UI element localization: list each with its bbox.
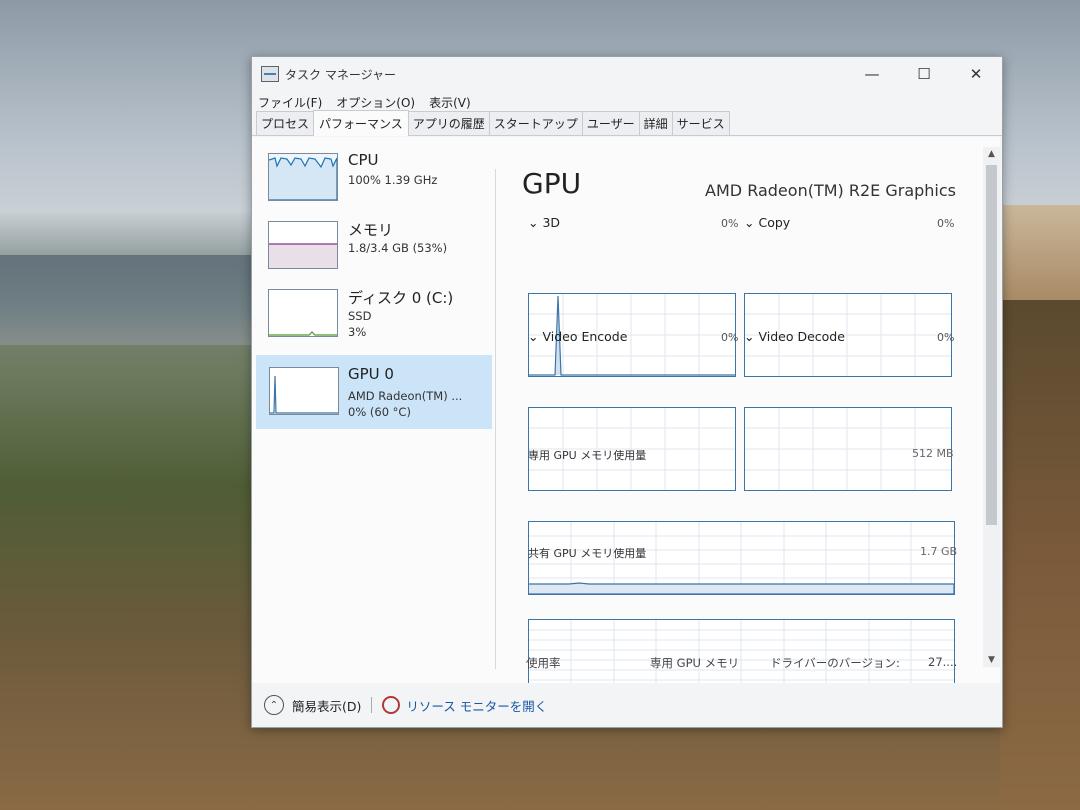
- scroll-down-icon[interactable]: ▼: [983, 653, 1000, 667]
- sidebar-disk-title: ディスク 0 (C:): [348, 289, 454, 307]
- engine-video-decode-percent: 0%: [937, 331, 955, 344]
- resource-list: CPU 100% 1.39 GHz メモリ 1.8/3.4 GB (53%) デ…: [256, 147, 492, 667]
- driver-version-value: 27....: [928, 655, 958, 669]
- chevron-down-icon: ⌄: [744, 215, 755, 230]
- shared-memory-label: 共有 GPU メモリ使用量: [528, 547, 647, 560]
- maximize-button[interactable]: ☐: [898, 57, 950, 91]
- gpu-heading: GPU: [522, 167, 582, 200]
- engine-copy-label[interactable]: ⌄ Copy: [744, 215, 790, 230]
- tab-processes[interactable]: プロセス: [256, 111, 315, 135]
- tab-services[interactable]: サービス: [671, 111, 730, 135]
- dedicated-memory-max: 512 MB: [912, 447, 954, 460]
- driver-version-label: ドライバーのバージョン:: [770, 656, 900, 670]
- title-bar: タスク マネージャー — ☐ ✕: [252, 57, 1002, 91]
- task-manager-window: タスク マネージャー — ☐ ✕ ファイル(F) オプション(O) 表示(V) …: [251, 56, 1003, 728]
- sidebar-disk-type: SSD: [348, 309, 372, 323]
- gpu-model-name: AMD Radeon(TM) R2E Graphics: [705, 181, 956, 200]
- window-title: タスク マネージャー: [285, 67, 396, 82]
- disk-thumbnail-graph: [268, 289, 338, 337]
- engine-copy-name: Copy: [758, 215, 791, 230]
- dedicated-memory-footer-label: 専用 GPU メモリ: [650, 656, 740, 670]
- scroll-up-icon[interactable]: ▲: [983, 147, 1000, 161]
- menu-options[interactable]: オプション(O): [336, 94, 415, 111]
- sidebar-cpu-title: CPU: [348, 151, 379, 169]
- tab-bar: プロセス パフォーマンス アプリの履歴 スタートアップ ユーザー 詳細 サービス: [252, 110, 1002, 136]
- chevron-up-icon[interactable]: ⌃: [264, 695, 284, 715]
- sidebar-memory-title: メモリ: [348, 221, 394, 239]
- engine-copy-percent: 0%: [937, 217, 955, 230]
- background-mountains: [0, 255, 260, 345]
- close-button[interactable]: ✕: [950, 57, 1002, 91]
- minimize-button[interactable]: —: [846, 57, 898, 91]
- gpu-thumbnail-graph: [269, 367, 339, 415]
- tab-startup[interactable]: スタートアップ: [488, 111, 583, 135]
- bottom-bar: ⌃ 簡易表示(D) リソース モニターを開く: [252, 683, 1000, 727]
- sidebar-item-cpu[interactable]: CPU 100% 1.39 GHz: [256, 147, 492, 221]
- open-resource-monitor-link[interactable]: リソース モニターを開く: [406, 696, 547, 715]
- resource-monitor-icon: [382, 696, 401, 714]
- dedicated-memory-label: 専用 GPU メモリ使用量: [528, 449, 647, 462]
- engine-3d-label[interactable]: ⌄ 3D: [528, 215, 560, 230]
- sidebar-item-disk[interactable]: ディスク 0 (C:) SSD 3%: [256, 283, 492, 357]
- background-cliff: [1000, 300, 1080, 810]
- background-buildings: [1000, 205, 1080, 300]
- engine-video-encode-label[interactable]: ⌄ Video Encode: [528, 329, 627, 344]
- cpu-thumbnail-graph: [268, 153, 338, 201]
- sidebar-cpu-usage: 100% 1.39 GHz: [348, 173, 438, 187]
- shared-memory-max: 1.7 GB: [920, 545, 958, 558]
- tab-users[interactable]: ユーザー: [581, 111, 640, 135]
- engine-video-encode-name: Video Encode: [542, 329, 628, 344]
- sidebar-item-gpu[interactable]: GPU 0 AMD Radeon(TM) ... 0% (60 °C): [256, 355, 492, 429]
- vertical-scrollbar[interactable]: ▲ ▼: [983, 147, 1000, 667]
- performance-panel: CPU 100% 1.39 GHz メモリ 1.8/3.4 GB (53%) デ…: [252, 137, 1000, 695]
- fewer-details-button[interactable]: 簡易表示(D): [292, 696, 361, 715]
- chevron-down-icon: ⌄: [528, 329, 539, 344]
- chevron-down-icon: ⌄: [744, 329, 755, 344]
- panel-divider: [495, 169, 496, 669]
- chevron-down-icon: ⌄: [528, 215, 539, 230]
- separator: [371, 697, 373, 713]
- sidebar-gpu-title: GPU 0: [348, 365, 394, 383]
- sidebar-disk-usage: 3%: [348, 325, 367, 339]
- tab-performance[interactable]: パフォーマンス: [313, 110, 409, 136]
- scroll-thumb[interactable]: [986, 165, 997, 525]
- engine-video-decode-name: Video Decode: [758, 329, 845, 344]
- sidebar-gpu-usage: 0% (60 °C): [348, 405, 411, 419]
- engine-3d-percent: 0%: [721, 217, 739, 230]
- task-manager-icon: [261, 66, 279, 82]
- sidebar-gpu-model: AMD Radeon(TM) ...: [348, 389, 463, 403]
- utilization-label: 使用率: [526, 656, 561, 670]
- engine-3d-name: 3D: [542, 215, 561, 230]
- sidebar-memory-usage: 1.8/3.4 GB (53%): [348, 241, 448, 255]
- engine-video-decode-label[interactable]: ⌄ Video Decode: [744, 329, 845, 344]
- tab-app-history[interactable]: アプリの履歴: [407, 111, 490, 135]
- gpu-detail-pane: GPU AMD Radeon(TM) R2E Graphics ⌄ 3D 0%: [512, 137, 982, 695]
- memory-thumbnail-graph: [268, 221, 338, 269]
- sidebar-item-memory[interactable]: メモリ 1.8/3.4 GB (53%): [256, 215, 492, 289]
- menu-file[interactable]: ファイル(F): [258, 94, 322, 111]
- tab-details[interactable]: 詳細: [638, 111, 673, 135]
- menu-view[interactable]: 表示(V): [429, 94, 471, 111]
- engine-video-encode-percent: 0%: [721, 331, 739, 344]
